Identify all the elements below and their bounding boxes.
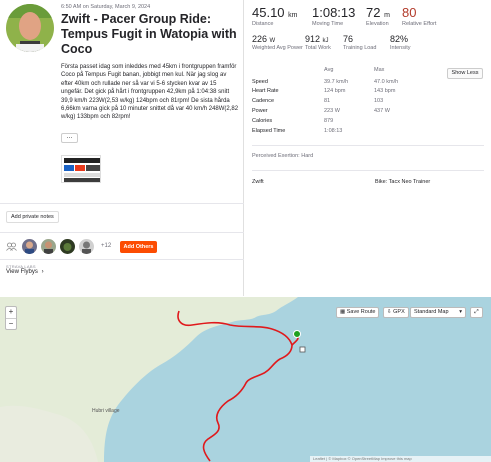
row-max: 143 bpm xyxy=(374,88,396,94)
intensity-label: Intensity xyxy=(390,45,411,51)
relative-effort-label: Relative Effort xyxy=(402,21,437,27)
row-label: Calories xyxy=(252,118,273,124)
intensity-stat[interactable]: 82% Intensity xyxy=(390,34,410,51)
kudo-avatar[interactable] xyxy=(22,239,37,254)
gpx-label: GPX xyxy=(393,309,405,315)
distance-unit: km xyxy=(288,12,298,19)
moving-time-value: 1:08:13 xyxy=(312,5,356,20)
device-bike: Bike: Tacx Neo Trainer xyxy=(375,179,431,185)
activity-description: Första passet idag som inleddes med 45km… xyxy=(61,64,239,121)
download-icon: ⇩ xyxy=(387,309,392,315)
distance-value: 45.10 xyxy=(252,5,285,20)
weighted-power-unit: W xyxy=(269,38,276,44)
map-type-label: Standard Map xyxy=(414,309,449,315)
section-divider xyxy=(0,232,244,233)
weighted-power-stat: 226 W Weighted Avg Power xyxy=(252,34,303,51)
intensity-value: 82% xyxy=(390,34,409,44)
more-actions-button[interactable]: ... xyxy=(61,133,78,143)
show-less-button[interactable]: Show Less xyxy=(447,68,483,79)
expand-icon: ⤢ xyxy=(474,309,479,315)
device-app: Zwift xyxy=(252,179,264,185)
total-work-label: Total Work xyxy=(305,45,331,51)
weighted-power-label: Weighted Avg Power xyxy=(252,45,303,51)
gpx-button[interactable]: ⇩ GPX xyxy=(383,307,409,318)
table-row: Speed 39.7 km/h 47.0 km/h xyxy=(252,79,452,88)
total-work-stat: 912 kJ Total Work xyxy=(305,34,331,51)
elevation-value: 72 xyxy=(366,5,381,20)
row-avg: 223 W xyxy=(324,108,340,114)
max-column-header: Max xyxy=(374,67,385,73)
view-flybys-link[interactable]: View Flybys › xyxy=(6,269,44,275)
row-label: Power xyxy=(252,108,268,114)
elevation-unit: m xyxy=(384,12,390,19)
kudo-avatar[interactable] xyxy=(79,239,94,254)
perceived-exertion[interactable]: Perceived Exertion: Hard xyxy=(252,153,313,159)
weighted-power-value: 226 xyxy=(252,34,268,44)
table-row: Elapsed Time 1:08:13 xyxy=(252,128,452,137)
row-avg: 124 bpm xyxy=(324,88,346,94)
row-max: 103 xyxy=(374,98,384,104)
relative-effort-stat[interactable]: 80 Relative Effort xyxy=(402,5,436,27)
view-flybys-label: View Flybys xyxy=(6,269,38,275)
table-row: Power 223 W 437 W xyxy=(252,108,452,117)
moving-time-label: Moving Time xyxy=(312,21,344,27)
route-start-marker[interactable] xyxy=(293,330,301,338)
activity-photo-thumbnail[interactable] xyxy=(61,155,101,183)
map-canvas xyxy=(0,297,306,462)
row-avg: 879 xyxy=(324,118,334,124)
moving-time-stat: 1:08:13 Moving Time xyxy=(312,5,355,27)
total-work-value: 912 xyxy=(305,34,321,44)
row-label: Speed xyxy=(252,79,268,85)
section-divider xyxy=(252,170,484,171)
total-work-unit: kJ xyxy=(322,38,329,44)
fullscreen-button[interactable]: ⤢ xyxy=(470,307,483,318)
section-divider xyxy=(0,259,244,260)
elevation-stat: 72 m Elevation xyxy=(366,5,390,27)
add-others-button[interactable]: Add Others xyxy=(120,241,157,253)
map-type-select[interactable]: Standard Map ▾ xyxy=(410,307,466,318)
training-load-label: Training Load xyxy=(343,45,377,51)
distance-stat: 45.10 km Distance xyxy=(252,5,298,27)
avg-column-header: Avg xyxy=(324,67,334,73)
relative-effort-value: 80 xyxy=(402,5,417,20)
row-max: 47.0 km/h xyxy=(374,79,399,85)
add-private-notes-button[interactable]: Add private notes xyxy=(6,211,59,223)
zoom-controls: + − xyxy=(5,306,17,330)
row-avg: 39.7 km/h xyxy=(324,79,349,85)
activity-title: Zwift - Pacer Group Ride: Tempus Fugit i… xyxy=(61,12,237,56)
activity-date: 6:50 AM on Saturday, March 9, 2024 xyxy=(61,4,151,10)
save-route-icon: ▦ xyxy=(340,309,346,315)
training-load-stat[interactable]: 76 Training Load xyxy=(343,34,376,51)
route-end-marker[interactable] xyxy=(299,346,306,353)
kudo-avatar[interactable] xyxy=(41,239,56,254)
zoom-out-button[interactable]: − xyxy=(6,319,16,330)
chevron-right-icon: › xyxy=(41,269,44,275)
athlete-avatar[interactable] xyxy=(6,4,54,52)
section-divider xyxy=(252,145,484,146)
elevation-label: Elevation xyxy=(366,21,389,27)
table-row: Calories 879 xyxy=(252,118,452,127)
kudo-avatar[interactable] xyxy=(60,239,75,254)
table-row: Heart Rate 124 bpm 143 bpm xyxy=(252,88,452,97)
row-max: 437 W xyxy=(374,108,390,114)
distance-label: Distance xyxy=(252,21,274,27)
chevron-down-icon: ▾ xyxy=(459,309,462,315)
map-attribution[interactable]: Leaflet | © Mapbox © OpenStreetMap Impro… xyxy=(310,456,491,462)
activity-summary-panel: 6:50 AM on Saturday, March 9, 2024 Zwift… xyxy=(0,0,244,296)
save-route-button[interactable]: ▦ Save Route xyxy=(336,307,380,318)
row-label: Cadence xyxy=(252,98,275,104)
row-label: Elapsed Time xyxy=(252,128,286,134)
zoom-in-button[interactable]: + xyxy=(6,307,16,318)
save-route-label: Save Route xyxy=(346,309,376,315)
route-map[interactable]: + − ▦ Save Route ⇩ GPX Standard Map ▾ ⤢ xyxy=(0,297,491,462)
table-row: Cadence 81 103 xyxy=(252,98,452,107)
row-avg: 1:08:13 xyxy=(324,128,343,134)
kudos-extra-count[interactable]: +12 xyxy=(101,243,111,249)
row-avg: 81 xyxy=(324,98,331,104)
row-label: Heart Rate xyxy=(252,88,279,94)
training-load-value: 76 xyxy=(343,34,354,44)
group-icon xyxy=(6,242,17,251)
section-divider xyxy=(0,203,244,204)
map-place-label: Hubri village xyxy=(92,408,120,414)
